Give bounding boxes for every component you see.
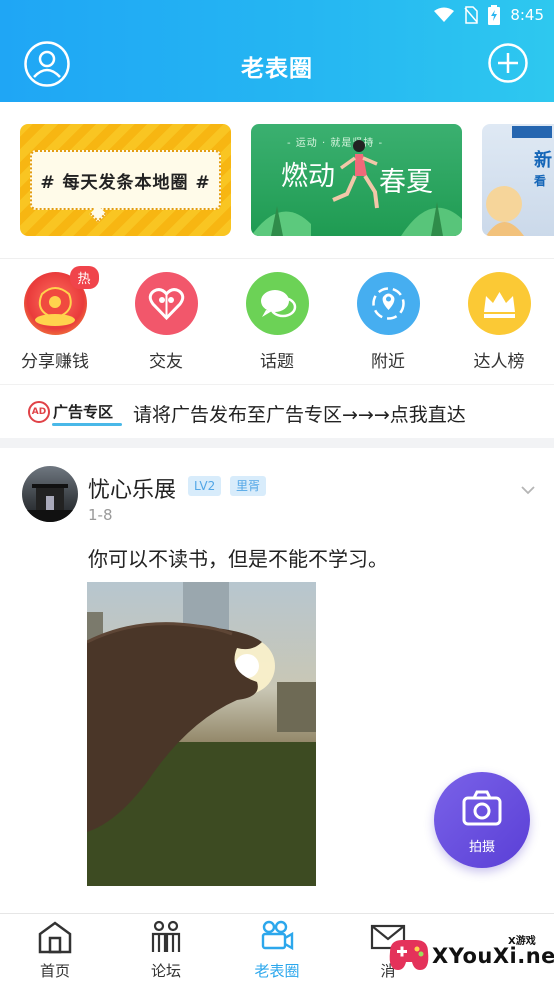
banner-news[interactable]: 新 看	[482, 124, 554, 236]
heart-icon	[134, 272, 198, 335]
app-screen: 8:45 老表圈 # 每天发条本地圈 # - 运动 · 就是坚持 - 燃动 春夏…	[0, 0, 554, 986]
ad-banner[interactable]: AD 广告专区 请将广告发布至广告专区→→→点我直达	[0, 384, 554, 438]
camera-icon	[462, 790, 502, 826]
page-title: 老表圈	[241, 56, 313, 82]
plus-circle-icon	[488, 43, 528, 83]
watermark-text: XYouXi.net	[432, 944, 554, 968]
no-sim-icon	[464, 6, 479, 24]
chat-bubbles-icon	[245, 272, 309, 335]
people-icon	[151, 920, 181, 952]
section-divider	[0, 438, 554, 448]
location-icon	[356, 272, 420, 335]
category-label: 分享赚钱	[21, 352, 89, 372]
home-icon	[38, 921, 72, 954]
post-author-name[interactable]: 忧心乐展	[88, 472, 176, 504]
post-content: 你可以不读书，但是不能不学习。	[88, 547, 388, 571]
category-topics[interactable]: 话题	[227, 272, 327, 372]
camera-button[interactable]: 拍摄	[434, 772, 530, 868]
nav-label: 老表圈	[254, 962, 300, 980]
status-time: 8:45	[510, 6, 544, 24]
nav-label: 首页	[39, 962, 70, 980]
ad-tag: 广告专区	[53, 403, 114, 421]
category-label: 话题	[260, 352, 294, 372]
camera-label: 拍摄	[468, 840, 495, 855]
post-date: 1-8	[88, 506, 113, 524]
category-label: 附近	[371, 352, 405, 372]
ad-logo-icon: AD	[28, 401, 50, 423]
status-bar: 8:45	[434, 4, 544, 26]
wifi-icon	[434, 7, 455, 22]
nav-home[interactable]: 首页	[15, 920, 95, 981]
nav-label: 论坛	[150, 962, 181, 980]
banner-sports[interactable]: - 运动 · 就是坚持 - 燃动 春夏	[251, 124, 462, 236]
post-author-avatar[interactable]	[22, 466, 78, 522]
app-header: 8:45 老表圈	[0, 0, 554, 102]
gamepad-logo-icon	[389, 940, 429, 970]
banner-carousel: # 每天发条本地圈 # - 运动 · 就是坚持 - 燃动 春夏 新 看	[0, 102, 554, 257]
money-bag-icon: 热	[23, 266, 99, 335]
site-watermark: X游戏 XYouXi.net	[380, 924, 554, 984]
hot-badge: 热	[69, 266, 99, 289]
banner-text: # 每天发条本地圈 #	[40, 172, 211, 193]
category-dating[interactable]: 交友	[116, 272, 216, 372]
post-photo[interactable]	[87, 582, 316, 886]
video-camera-icon	[261, 920, 294, 951]
category-share-earn[interactable]: 热 分享赚钱	[5, 266, 105, 372]
ad-underline	[52, 423, 122, 426]
nav-circle[interactable]: 老表圈	[237, 920, 317, 981]
crown-icon	[467, 272, 531, 335]
category-row: 热 分享赚钱 交友 话题 附近 达人榜	[0, 258, 554, 382]
ad-link-text[interactable]: 请将广告发布至广告专区→→→点我直达	[133, 400, 466, 427]
banner-daily-post[interactable]: # 每天发条本地圈 #	[20, 124, 231, 236]
runner-illustration	[251, 140, 462, 236]
location-graphic	[371, 287, 405, 320]
category-ranking[interactable]: 达人榜	[449, 272, 549, 372]
title-badge: 里胥	[230, 476, 267, 496]
sunset-hand-photo	[87, 582, 316, 886]
banner-news-text: 新	[534, 150, 552, 171]
category-nearby[interactable]: 附近	[338, 272, 438, 372]
crown-graphic	[483, 292, 515, 318]
heart-graphic	[148, 288, 184, 321]
level-badge: LV2	[188, 476, 222, 496]
battery-icon	[488, 5, 501, 25]
chat-graphic	[260, 290, 296, 318]
banner-news-text2: 看	[534, 174, 547, 188]
category-label: 交友	[149, 352, 183, 372]
category-label: 达人榜	[473, 352, 525, 372]
gate-photo	[22, 484, 78, 522]
nav-forum[interactable]: 论坛	[126, 920, 206, 981]
chevron-down-icon[interactable]	[520, 482, 536, 498]
add-post-button[interactable]	[488, 43, 528, 83]
banner-card: # 每天发条本地圈 #	[30, 150, 221, 210]
